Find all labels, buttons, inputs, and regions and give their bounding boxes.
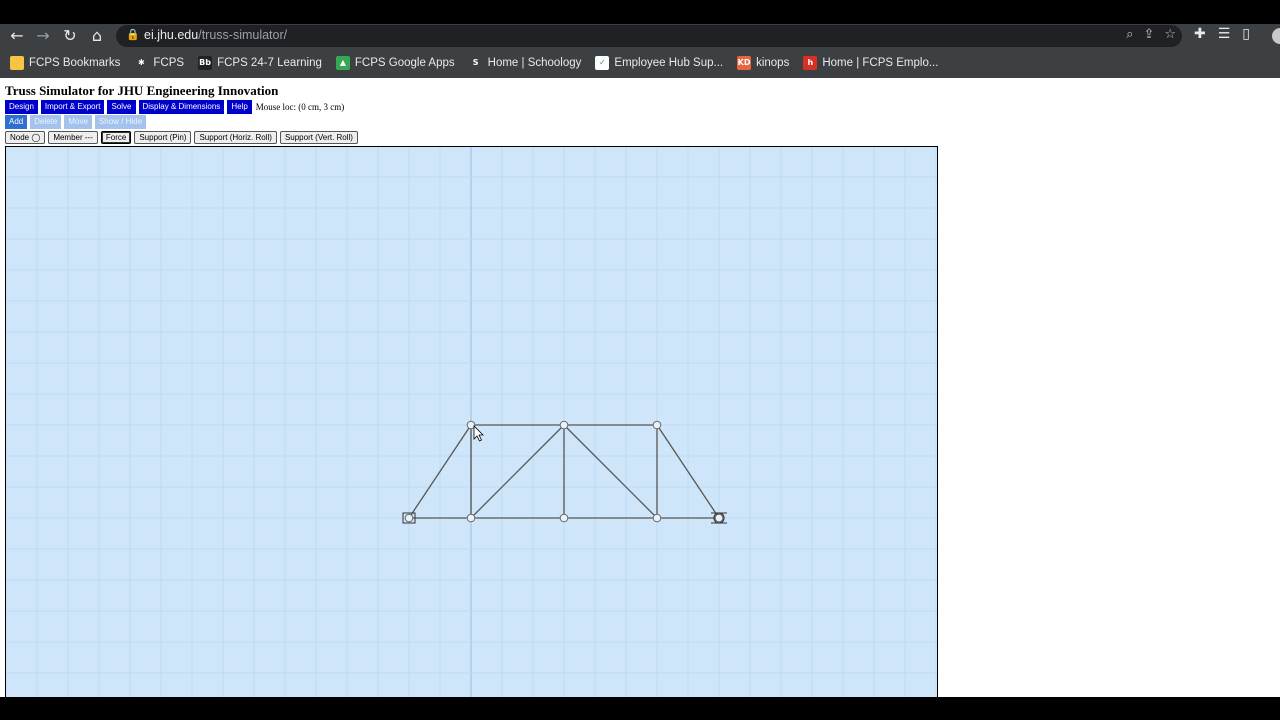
home-icon[interactable]: ⌂ — [87, 26, 107, 46]
tool-support-horiz-roll-button[interactable]: Support (Horiz. Roll) — [194, 131, 277, 144]
bookmark-fcps-google-apps[interactable]: ▲ FCPS Google Apps — [335, 56, 455, 70]
drive-icon: ▲ — [335, 56, 350, 70]
share-icon[interactable]: ⇪ — [1143, 27, 1154, 42]
bookmark-label: Employee Hub Sup... — [614, 57, 724, 69]
back-arrow-icon[interactable]: ← — [7, 26, 27, 46]
profile-avatar[interactable] — [1272, 28, 1280, 44]
browser-nav-row: ← → ↻ ⌂ 🔒 ei.jhu.edu/truss-simulator/ ⌕ … — [0, 24, 1280, 48]
truss-node-A[interactable] — [404, 513, 414, 523]
truss-node-D[interactable] — [652, 513, 662, 523]
url-host: ei.jhu.edu — [144, 28, 199, 42]
side-panel-icon[interactable]: ▯ — [1242, 26, 1250, 42]
bookmark-label: FCPS — [153, 57, 185, 69]
menu-tab-solve[interactable]: Solve — [107, 100, 136, 114]
bookmark-label: FCPS Bookmarks — [29, 57, 121, 69]
bookmark-label: Home | FCPS Emplo... — [822, 57, 939, 69]
lock-icon[interactable]: 🔒 — [126, 28, 140, 41]
employee-hub-icon: ✓ — [595, 56, 610, 70]
url-path: /truss-simulator/ — [198, 28, 288, 42]
mode-show-hide-button[interactable]: Show / Hide — [94, 115, 147, 129]
bookmark-fcps[interactable]: ✱ FCPS — [134, 56, 184, 70]
mode-add-button[interactable]: Add — [5, 115, 28, 129]
tool-member-button[interactable]: Member --- — [48, 131, 98, 144]
tool-bar: Node ◯ Member --- Force Support (Pin) Suppor… — [5, 131, 358, 144]
kinops-icon: KD — [737, 56, 752, 70]
truss-drawing[interactable] — [6, 147, 937, 697]
tool-support-vert-roll-button[interactable]: Support (Vert. Roll) — [279, 131, 358, 144]
menu-tab-help[interactable]: Help — [227, 100, 252, 114]
menu-tab-import-export[interactable]: Import & Export — [40, 100, 105, 114]
main-menu: Design Import & Export Solve Display & Dime… — [5, 100, 344, 114]
mouse-location-readout: Mouse loc: (0 cm, 3 cm) — [255, 102, 345, 112]
folder-icon — [10, 56, 24, 70]
url-text[interactable]: ei.jhu.edu/truss-simulator/ — [144, 28, 287, 42]
address-bar[interactable]: 🔒 ei.jhu.edu/truss-simulator/ ⌕ ⇪ ☆ — [116, 25, 1182, 47]
bookmark-employee-hub-sup[interactable]: ✓ Employee Hub Sup... — [595, 56, 723, 70]
bookmark-home-schoology[interactable]: S Home | Schoology — [468, 56, 582, 70]
bookmark-label: kinops — [756, 57, 790, 69]
truss-canvas[interactable] — [5, 146, 938, 697]
schoology-icon: S — [468, 56, 483, 70]
bookmark-fcps-24-7-learning[interactable]: Bb FCPS 24-7 Learning — [198, 56, 322, 70]
web-page: Truss Simulator for JHU Engineering Inno… — [0, 78, 1280, 697]
page-title: Truss Simulator for JHU Engineering Inno… — [5, 83, 279, 98]
mode-delete-button[interactable]: Delete — [30, 115, 62, 129]
blackboard-icon: Bb — [198, 56, 213, 70]
address-bar-actions: ⌕ ⇪ ☆ — [1126, 27, 1176, 42]
menu-tab-display-dimensions[interactable]: Display & Dimensions — [138, 100, 225, 114]
reading-list-icon[interactable]: ☰ — [1218, 26, 1231, 42]
bookmarks-bar: FCPS Bookmarks ✱ FCPS Bb FCPS 24-7 Learning ▲… — [0, 52, 1280, 74]
bookmark-label: Home | Schoology — [487, 57, 582, 69]
screen-top-bar — [0, 0, 1280, 24]
bookmark-label: FCPS 24-7 Learning — [217, 57, 322, 69]
fcps-icon: ✱ — [134, 56, 149, 70]
tool-support-pin-button[interactable]: Support (Pin) — [134, 131, 192, 144]
tool-node-button[interactable]: Node ◯ — [5, 131, 46, 144]
bookmark-kinops[interactable]: KD kinops — [737, 56, 789, 70]
truss-node-B[interactable] — [466, 513, 476, 523]
bookmark-label: FCPS Google Apps — [354, 57, 455, 69]
truss-node-G[interactable] — [559, 420, 569, 430]
truss-node-C[interactable] — [559, 513, 569, 523]
truss-node-E[interactable] — [714, 513, 724, 523]
bookmark-fcps-bookmarks[interactable]: FCPS Bookmarks — [10, 56, 120, 70]
fcps-employee-icon: h — [803, 56, 818, 70]
reload-icon[interactable]: ↻ — [60, 26, 80, 46]
tool-force-button[interactable]: Force — [100, 131, 132, 144]
star-bookmark-icon[interactable]: ☆ — [1164, 27, 1176, 42]
mode-bar: Add Delete Move Show / Hide — [5, 115, 147, 129]
zoom-icon[interactable]: ⌕ — [1126, 27, 1133, 42]
extension-icons: ✚ ☰ ▯ — [1194, 26, 1250, 42]
extensions-puzzle-icon[interactable]: ✚ — [1194, 26, 1206, 42]
truss-node-H[interactable] — [652, 420, 662, 430]
bookmark-home-fcps-emplo[interactable]: h Home | FCPS Emplo... — [803, 56, 938, 70]
mode-move-button[interactable]: Move — [64, 115, 92, 129]
menu-tab-design[interactable]: Design — [5, 100, 38, 114]
screen-bottom-bar — [0, 697, 1280, 720]
browser-chrome: ← → ↻ ⌂ 🔒 ei.jhu.edu/truss-simulator/ ⌕ … — [0, 24, 1280, 78]
forward-arrow-icon[interactable]: → — [33, 26, 53, 46]
